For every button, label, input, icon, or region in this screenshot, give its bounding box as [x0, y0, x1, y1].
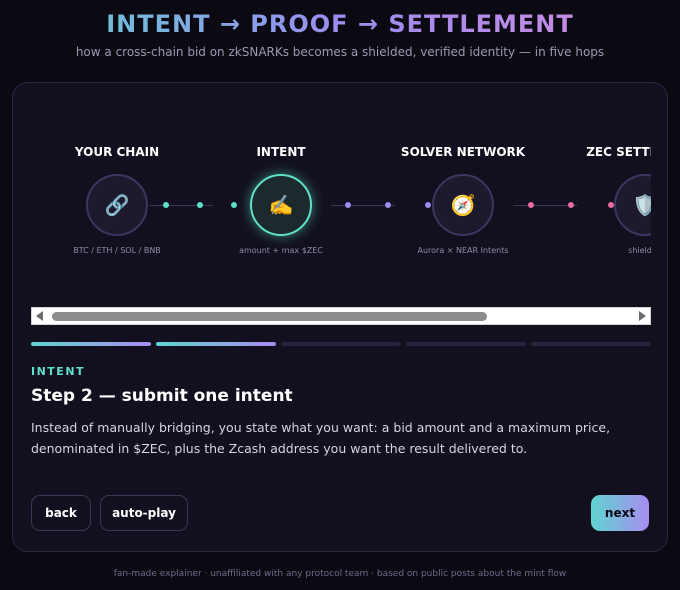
node-label: YOUR CHAIN: [74, 145, 160, 159]
page-title: INTENT → PROOF → SETTLEMENT: [0, 10, 680, 38]
progress-segment: [531, 342, 651, 346]
node-caption: Aurora × NEAR Intents: [417, 246, 509, 255]
step-description: Instead of manually bridging, you state …: [31, 420, 611, 456]
node-caption: BTC / ETH / SOL / BNB: [73, 246, 161, 255]
progress-segment: [406, 342, 526, 346]
scrollbar-thumb[interactable]: [52, 312, 487, 321]
node-caption: shielded: [628, 246, 651, 255]
next-button[interactable]: next: [591, 495, 649, 531]
scroll-left-arrow-icon[interactable]: [36, 311, 43, 321]
link-icon: 🔗: [86, 174, 148, 236]
progress-segment: [156, 342, 276, 346]
step-title: Step 2 — submit one intent: [31, 386, 293, 406]
flow-track[interactable]: YOUR CHAIN 🔗 BTC / ETH / SOL / BNB INTEN…: [31, 143, 651, 273]
footer-disclaimer: fan-made explainer · unaffiliated with a…: [113, 569, 567, 579]
step-tag: INTENT: [31, 365, 86, 378]
node-label: ZEC SETTLEMENT: [586, 145, 651, 159]
page-subtitle: how a cross-chain bid on zkSNARKs become…: [75, 45, 605, 59]
node-label: INTENT: [256, 145, 306, 159]
shield-icon: 🛡️: [614, 174, 651, 236]
flow-node-zec-settlement[interactable]: ZEC SETTLEMENT 🛡️ shielded: [570, 143, 651, 255]
compass-icon: 🧭: [432, 174, 494, 236]
flow-node-solver-network[interactable]: SOLVER NETWORK 🧭 Aurora × NEAR Intents: [388, 143, 538, 255]
back-button[interactable]: back: [31, 495, 91, 531]
scroll-right-arrow-icon[interactable]: [639, 311, 646, 321]
explainer-card: YOUR CHAIN 🔗 BTC / ETH / SOL / BNB INTEN…: [12, 82, 668, 552]
step-progress: [31, 342, 651, 346]
node-caption: amount + max $ZEC: [239, 246, 323, 255]
flow-node-your-chain[interactable]: YOUR CHAIN 🔗 BTC / ETH / SOL / BNB: [42, 143, 192, 255]
progress-segment: [31, 342, 151, 346]
horizontal-scrollbar[interactable]: [31, 307, 651, 325]
flow-node-intent[interactable]: INTENT ✍️ amount + max $ZEC: [206, 143, 356, 255]
connector-dot: [197, 202, 203, 208]
progress-segment: [281, 342, 401, 346]
auto-play-button[interactable]: auto-play: [100, 495, 188, 531]
writing-hand-icon: ✍️: [250, 174, 312, 236]
node-label: SOLVER NETWORK: [400, 145, 526, 159]
